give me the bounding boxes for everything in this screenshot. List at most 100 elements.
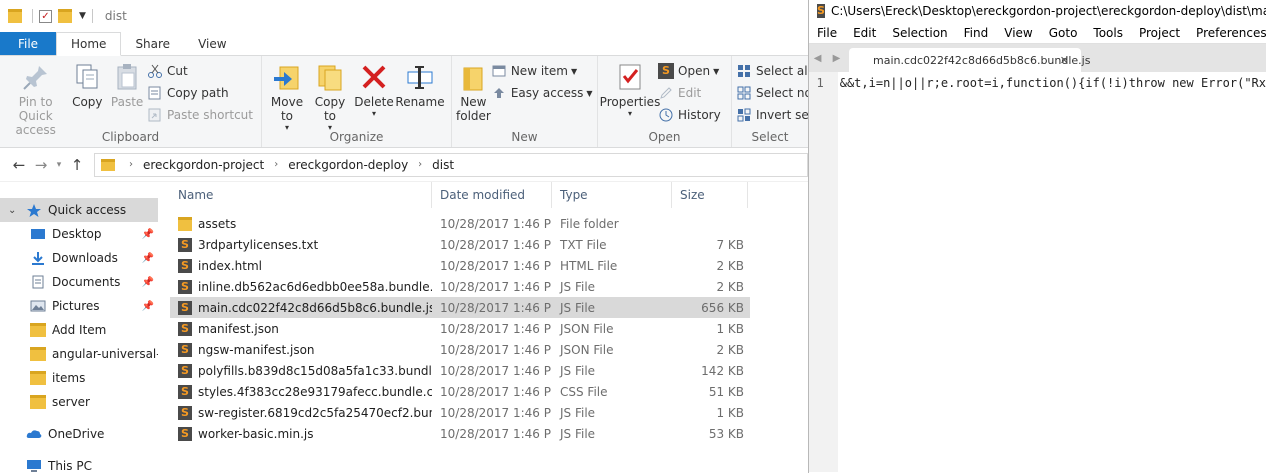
nav-label: items (52, 371, 86, 385)
documents-icon (30, 275, 46, 289)
history-button[interactable]: History (658, 104, 725, 126)
breadcrumb-item[interactable]: ereckgordon-project (143, 158, 264, 172)
menu-item[interactable]: Preferences (1188, 26, 1266, 40)
file-name-cell: Ssw-register.6819cd2c5fa25470ecf2.bundl.… (170, 405, 432, 420)
nav-this-pc[interactable]: This PC (0, 454, 158, 473)
folder-icon (8, 9, 22, 23)
file-row[interactable]: assets 10/28/2017 1:46 PM File folder (170, 213, 750, 234)
properties-quick-icon[interactable]: ✓ (39, 9, 52, 23)
nav-items[interactable]: items (0, 366, 158, 390)
file-name: styles.4f383cc28e93179afecc.bundle.css (198, 384, 432, 399)
file-row[interactable]: Sworker-basic.min.js 10/28/2017 1:46 PM JS… (170, 423, 750, 444)
column-header-size[interactable]: Size (672, 182, 748, 208)
tab-share[interactable]: Share (121, 32, 184, 55)
column-header-date[interactable]: Date modified (432, 182, 552, 208)
forward-arrow-icon[interactable]: → (30, 156, 52, 174)
back-arrow-icon[interactable]: ← (8, 156, 30, 174)
file-date: 10/28/2017 1:46 PM (440, 258, 552, 273)
breadcrumb-chevron-icon: › (129, 159, 133, 170)
sublime-file-icon: S (178, 321, 192, 336)
copy-path-button[interactable]: Copy path (147, 82, 257, 104)
menu-item[interactable]: Project (1131, 26, 1188, 40)
paste-icon (112, 62, 142, 92)
menu-item[interactable]: View (996, 26, 1040, 40)
nav-server[interactable]: server (0, 390, 158, 414)
copy-path-icon (147, 85, 163, 101)
scissors-icon (147, 63, 163, 79)
expand-chevron-icon[interactable]: ⌄ (8, 205, 16, 216)
edit-button[interactable]: Edit (658, 82, 725, 104)
menu-item[interactable]: Find (956, 26, 997, 40)
file-size: 142 KB (701, 363, 744, 378)
nav-downloads[interactable]: Downloads 📌 (0, 246, 158, 270)
sublime-window-title: C:\Users\Ereck\Desktop\ereckgordon-proje… (830, 4, 1266, 18)
pin-icon: 📌 (141, 228, 154, 240)
file-row[interactable]: Sngsw-manifest.json 10/28/2017 1:46 PM JSO… (170, 339, 750, 360)
delete-x-icon (359, 62, 389, 92)
menu-item[interactable]: Goto (1041, 26, 1086, 40)
file-row[interactable]: Spolyfills.b839d8c15d08a5fa1c33.bundle.j… (170, 360, 750, 381)
tab-home[interactable]: Home (56, 32, 122, 56)
file-type: CSS File (560, 384, 608, 399)
file-row[interactable]: Sindex.html 10/28/2017 1:46 PM HTML File 2 … (170, 255, 750, 276)
nav-desktop[interactable]: Desktop 📌 (0, 222, 158, 246)
select-none-button[interactable]: Select non (736, 82, 808, 104)
sublime-file-icon: S (178, 426, 192, 441)
close-icon[interactable]: ✕ (1060, 54, 1069, 67)
column-header-name[interactable]: Name (170, 182, 432, 208)
file-size: 2 KB (716, 279, 744, 294)
clipboard-group-label: Clipboard (101, 130, 160, 144)
column-header-type[interactable]: Type (552, 182, 672, 208)
file-type: JS File (560, 405, 596, 420)
nav-label: server (52, 395, 90, 409)
open-button[interactable]: S Open ▼ (658, 60, 725, 82)
nav-pictures[interactable]: Pictures 📌 (0, 294, 158, 318)
nav-angular-universal[interactable]: angular-universal-p (0, 342, 158, 366)
file-row[interactable]: Sinline.db562ac6d6edbb0ee58a.bundle.js 10… (170, 276, 750, 297)
editor-tab[interactable]: main.cdc022f42c8d66d5b8c6.bundle.js ✕ (849, 48, 1090, 72)
menu-item[interactable]: Edit (845, 26, 884, 40)
nav-label: Quick access (48, 203, 127, 217)
sublime-titlebar: S C:\Users\Ereck\Desktop\ereckgordon-pro… (809, 0, 1266, 22)
breadcrumb-item[interactable]: dist (432, 158, 454, 172)
new-group-label: New (511, 130, 538, 144)
menu-item[interactable]: Tools (1085, 26, 1131, 40)
file-row[interactable]: Sstyles.4f383cc28e93179afecc.bundle.css 1… (170, 381, 750, 402)
file-row[interactable]: Ssw-register.6819cd2c5fa25470ecf2.bundl.… (170, 402, 750, 423)
file-row[interactable]: Smanifest.json 10/28/2017 1:46 PM JSON Fil… (170, 318, 750, 339)
menu-item[interactable]: File (809, 26, 845, 40)
nav-quick-access[interactable]: ⌄ Quick access (0, 198, 158, 222)
easy-access-label: Easy access (510, 86, 584, 100)
new-group: New folder New item ▼ Easy access ▼ New (452, 56, 598, 147)
select-all-button[interactable]: Select all (736, 60, 808, 82)
address-bar[interactable]: › ereckgordon-project › ereckgordon-depl… (94, 152, 808, 177)
open-dropdown-icon: ▼ (713, 66, 720, 76)
code-editor[interactable]: 1 &&t,i=n||o||r;e.root=i,function(){if(!… (809, 72, 1266, 472)
up-arrow-icon[interactable]: ↑ (66, 156, 88, 174)
invert-selection-button[interactable]: Invert sele (736, 104, 808, 126)
cut-button[interactable]: Cut (147, 60, 257, 82)
tab-nav-arrows-icon[interactable]: ◀ ▶ (809, 44, 849, 72)
tab-view[interactable]: View (184, 32, 240, 55)
cloud-icon (26, 427, 42, 441)
file-list: Name Date modified Type Size assets 10/28… (170, 182, 750, 444)
nav-onedrive[interactable]: OneDrive (0, 422, 158, 446)
file-row[interactable]: S 3rdpartylicenses.txt 10/28/2017 1:46 PM T… (170, 234, 750, 255)
file-row[interactable]: Smain.cdc022f42c8d66d5b8c6.bundle.js 10/2… (170, 297, 750, 318)
tab-file[interactable]: File (0, 32, 56, 55)
menu-item[interactable]: Selection (884, 26, 955, 40)
nav-add-item[interactable]: Add Item (0, 318, 158, 342)
new-item-button[interactable]: New item ▼ (491, 60, 597, 82)
properties-icon (615, 62, 645, 92)
code-line[interactable]: &&t,i=n||o||r;e.root=i,function(){if(!i)… (838, 72, 1266, 472)
sublime-menu-bar: File Edit Selection Find View Goto Tools Projec… (809, 22, 1266, 44)
recent-locations-icon[interactable]: ▾ (52, 160, 66, 170)
file-date: 10/28/2017 1:46 PM (440, 363, 552, 378)
easy-access-button[interactable]: Easy access ▼ (491, 82, 597, 104)
breadcrumb-item[interactable]: ereckgordon-deploy (288, 158, 408, 172)
customize-toolbar-icon[interactable]: ▼ (79, 11, 86, 21)
paste-shortcut-button[interactable]: Paste shortcut (147, 104, 257, 126)
nav-documents[interactable]: Documents 📌 (0, 270, 158, 294)
new-folder-quick-icon[interactable] (58, 9, 72, 23)
